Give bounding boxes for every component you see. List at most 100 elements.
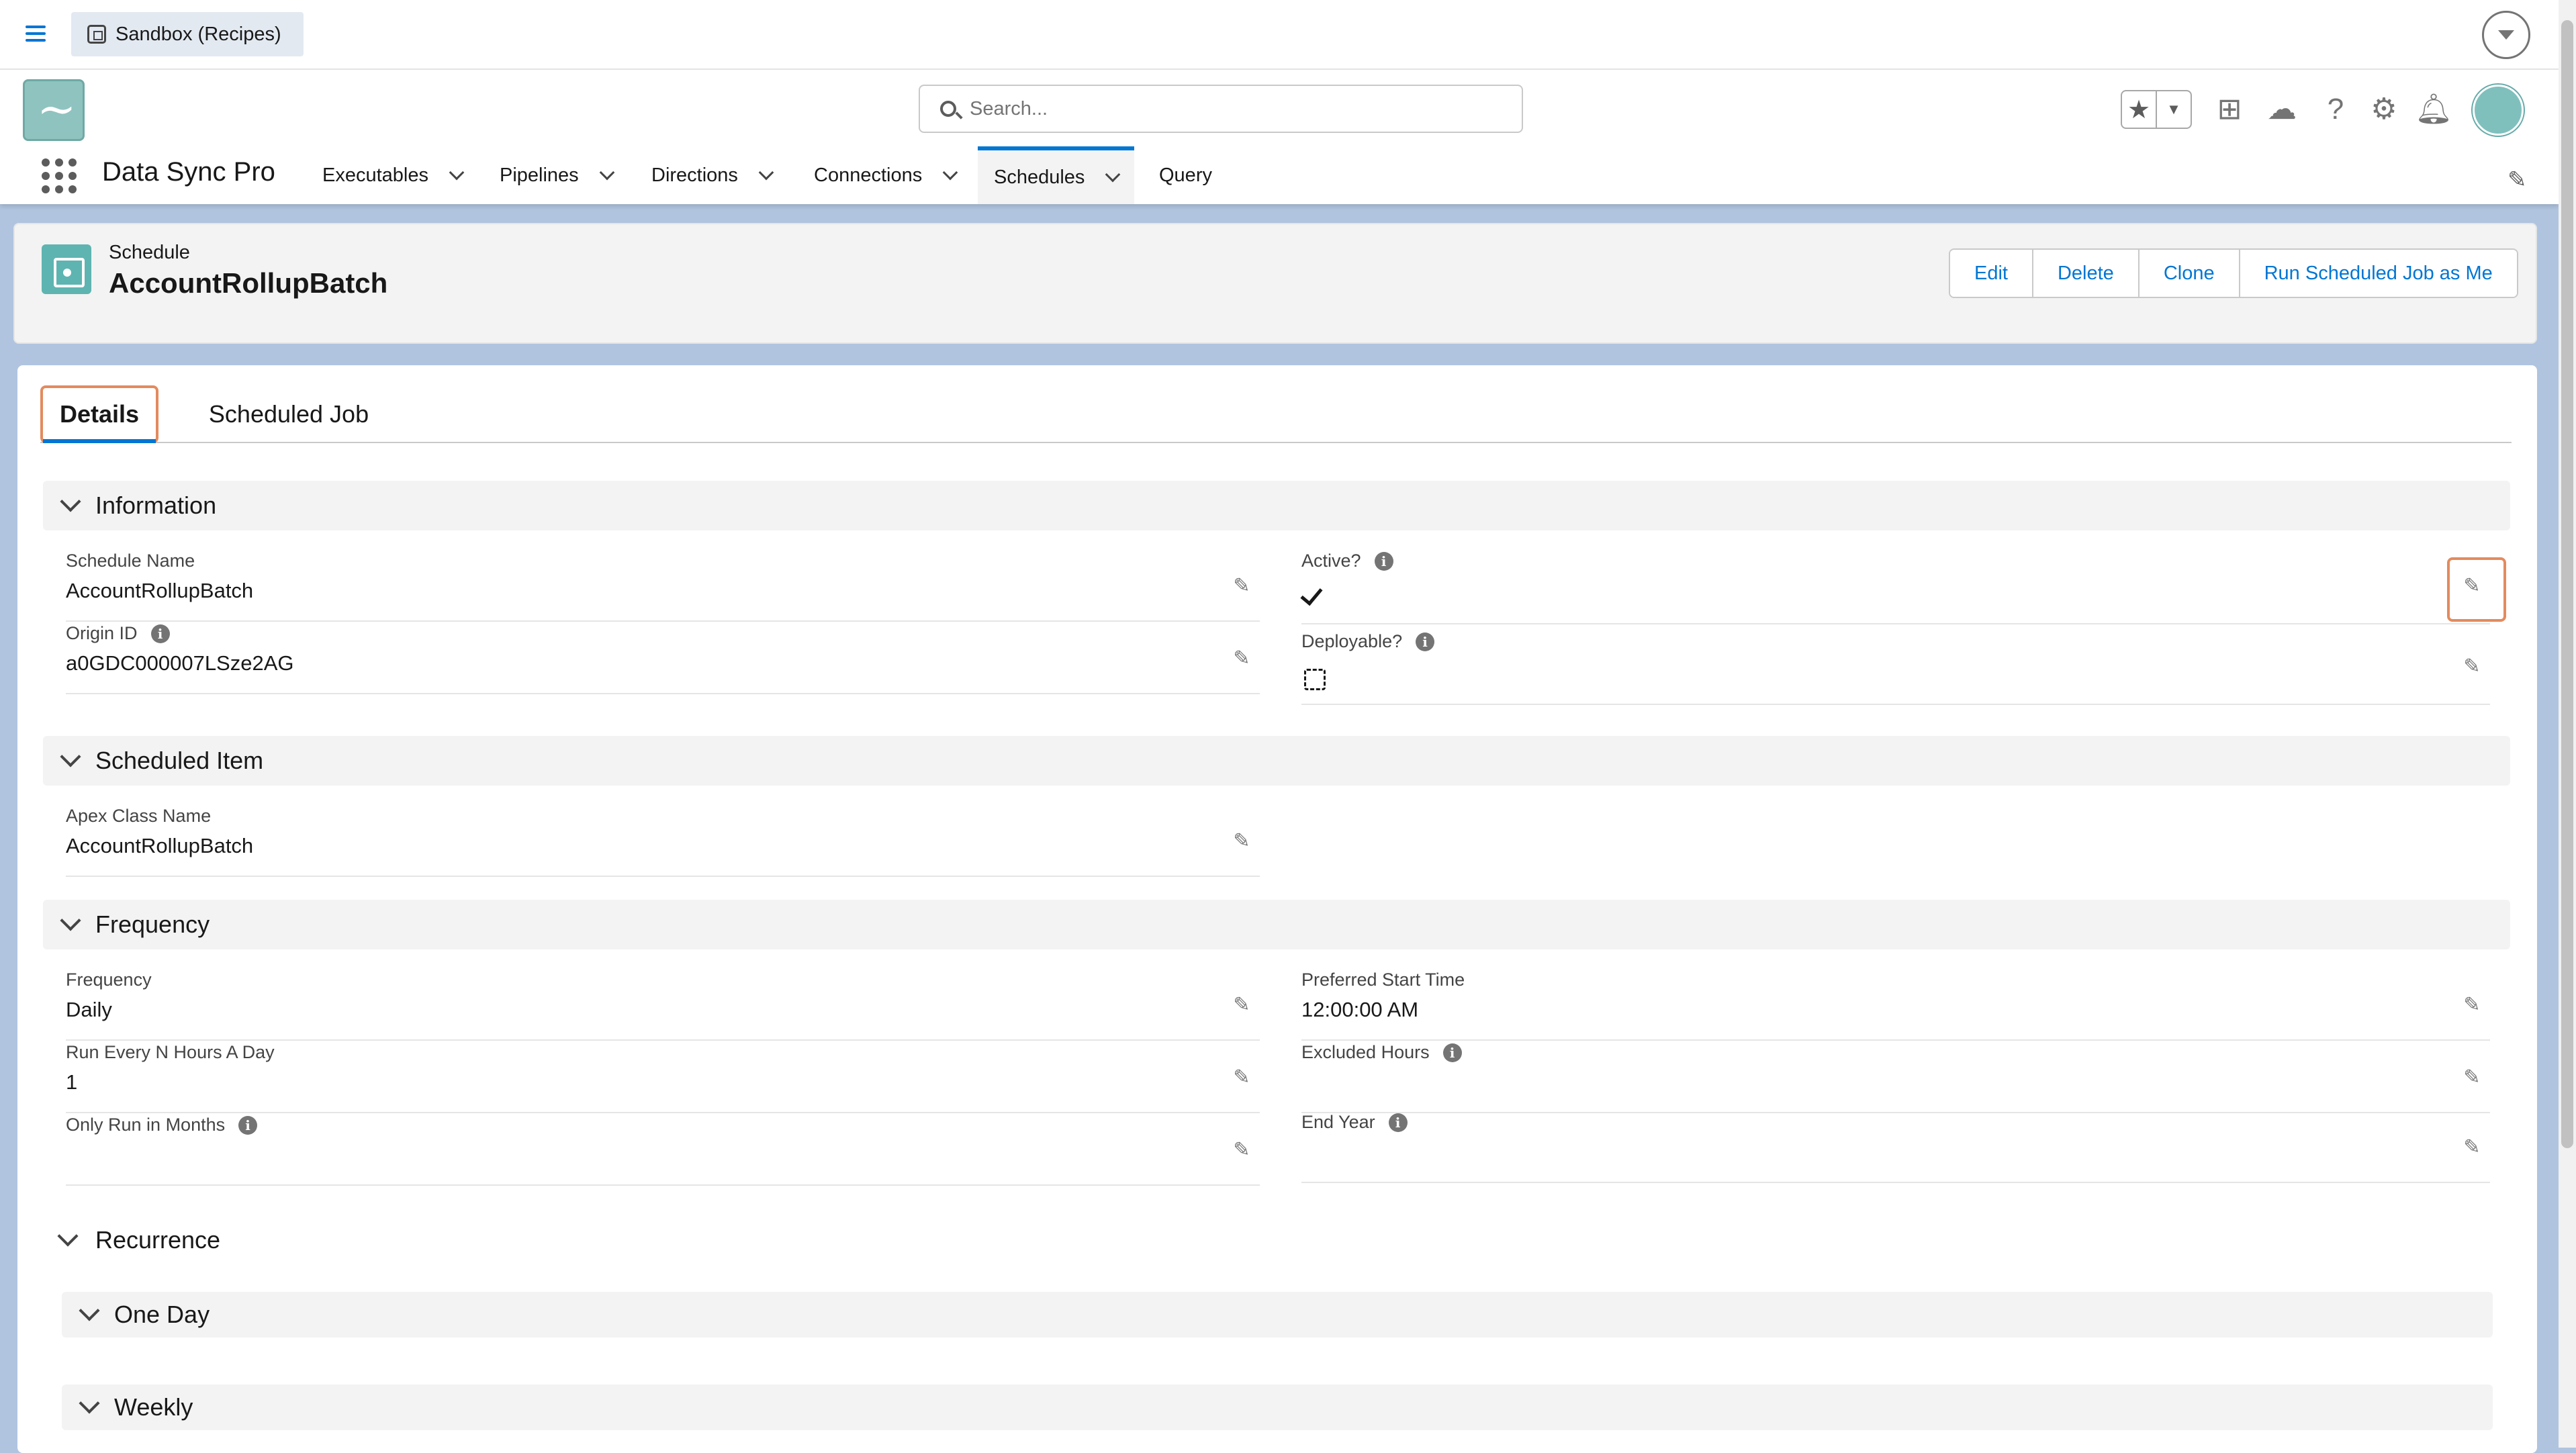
scrollbar-thumb[interactable] [2561,20,2573,1148]
info-icon[interactable]: i [1388,1113,1408,1132]
subsection-title: One Day [114,1301,210,1328]
search-input[interactable]: Search... [919,85,1523,133]
checkbox-unchecked-icon [1304,669,1326,690]
tab-details[interactable]: Details [40,385,158,443]
info-icon[interactable]: i [238,1115,258,1135]
schedule-icon [42,244,91,294]
pencil-icon[interactable]: ✎ [2508,167,2527,193]
search-icon [940,101,956,117]
app-logo[interactable] [23,79,85,141]
field-label: End Year i [1301,1112,1408,1133]
subsection-title: Weekly [114,1393,193,1421]
favorites-menu-icon[interactable]: ▼ [2157,91,2191,128]
nav-item-schedules[interactable]: Schedules [978,146,1135,204]
clone-button[interactable]: Clone [2139,250,2240,297]
avatar[interactable] [2473,85,2524,136]
gear-icon[interactable]: ⚙ [2365,90,2403,129]
record-actions: Edit Delete Clone Run Scheduled Job as M… [1949,248,2518,298]
section-title: Information [95,491,217,519]
chevron-down-icon [60,746,81,767]
pencil-icon[interactable]: ✎ [1230,994,1253,1017]
field-run-every-n-hours: Run Every N Hours A Day 1 ✎ [66,1042,1260,1113]
pencil-icon[interactable]: ✎ [1230,830,1253,853]
chevron-down-icon[interactable] [942,165,958,181]
nav-item-pipelines[interactable]: Pipelines [484,146,629,204]
field-label: Run Every N Hours A Day [66,1042,275,1062]
hamburger-icon[interactable] [26,21,46,48]
field-apex-class-name: Apex Class Name AccountRollupBatch ✎ [66,806,1260,877]
pencil-icon[interactable]: ✎ [2460,1066,2483,1089]
field-value: AccountRollupBatch [66,834,254,857]
field-end-year: End Year i ✎ [1301,1112,2490,1183]
org-switcher[interactable]: Sandbox (Recipes) [71,12,304,56]
info-icon[interactable]: i [150,624,170,643]
section-frequency[interactable]: Frequency [43,900,2510,949]
pencil-icon[interactable]: ✎ [2460,655,2483,678]
nav-label: Connections [814,164,923,186]
field-active: Active? i ✎ [1300,551,2490,624]
nav-label: Pipelines [500,164,579,186]
subsection-one-day[interactable]: One Day [62,1292,2493,1338]
plus-icon[interactable]: ⊞ [2211,90,2248,129]
nav-item-executables[interactable]: Executables [306,146,478,204]
nav-item-query[interactable]: Query [1143,146,1228,204]
nav-label: Executables [322,164,428,186]
nav-label: Directions [651,164,738,186]
tab-scheduled-job[interactable]: Scheduled Job [201,385,376,443]
pencil-icon[interactable]: ✎ [1230,575,1253,598]
info-icon[interactable]: i [1416,632,1435,651]
field-label: Preferred Start Time [1301,970,1465,990]
section-information[interactable]: Information [43,481,2510,530]
active-edit-focus[interactable] [2447,557,2506,622]
section-scheduled-item[interactable]: Scheduled Item [43,736,2510,786]
pencil-icon[interactable]: ✎ [1230,1066,1253,1089]
field-label: Origin ID i [66,623,170,644]
chevron-down-icon [60,491,81,512]
chevron-down-icon[interactable] [449,165,465,181]
nav-item-directions[interactable]: Directions [635,146,788,204]
pencil-icon[interactable]: ✎ [2460,1136,2483,1159]
info-icon[interactable]: i [1374,551,1393,571]
chevron-down-icon[interactable] [2482,11,2530,59]
nav-item-connections[interactable]: Connections [798,146,972,204]
field-deployable: Deployable? i ✎ [1301,631,2490,705]
field-excluded-hours: Excluded Hours i ✎ [1301,1042,2490,1113]
field-value: AccountRollupBatch [66,579,254,602]
field-schedule-name: Schedule Name AccountRollupBatch ✎ [66,551,1260,622]
pencil-icon[interactable]: ✎ [1230,1139,1253,1162]
field-value: a0GDC000007LSze2AG [66,651,294,675]
record-type: Schedule [109,242,190,263]
section-title: Scheduled Item [95,747,264,774]
bell-icon[interactable]: 🔔︎ [2415,90,2452,129]
tab-divider [40,442,2512,443]
favorites-button[interactable]: ★ ▼ [2121,90,2192,129]
chevron-down-icon[interactable] [599,165,615,181]
org-label: Sandbox (Recipes) [116,23,281,45]
sandbox-icon [87,25,106,44]
star-icon[interactable]: ★ [2122,91,2157,128]
edit-button[interactable]: Edit [1950,250,2033,297]
app-name: Data Sync Pro [102,157,275,187]
pencil-icon[interactable]: ✎ [2460,994,2483,1017]
chevron-down-icon [79,1300,100,1321]
checkmark-icon [1300,582,1323,606]
chevron-down-icon[interactable] [1105,167,1121,183]
field-label: Active? i [1301,551,1393,571]
pencil-icon[interactable]: ✎ [1230,647,1253,670]
field-label: Schedule Name [66,551,195,571]
app-launcher-icon[interactable] [42,158,78,195]
chevron-down-icon [79,1393,100,1414]
cloud-icon[interactable]: ☁ [2263,90,2301,129]
chevron-down-icon[interactable] [758,165,774,181]
field-label: Only Run in Months i [66,1115,258,1135]
chevron-down-icon [57,1225,79,1247]
delete-button[interactable]: Delete [2033,250,2140,297]
section-recurrence[interactable]: Recurrence [57,1225,221,1254]
question-icon[interactable]: ? [2317,90,2354,129]
info-icon[interactable]: i [1442,1043,1462,1062]
section-title: Recurrence [95,1226,221,1254]
search-placeholder: Search... [970,97,1048,120]
subsection-weekly[interactable]: Weekly [62,1385,2493,1430]
run-scheduled-job-button[interactable]: Run Scheduled Job as Me [2240,250,2517,297]
field-origin-id: Origin ID i a0GDC000007LSze2AG ✎ [66,623,1260,694]
